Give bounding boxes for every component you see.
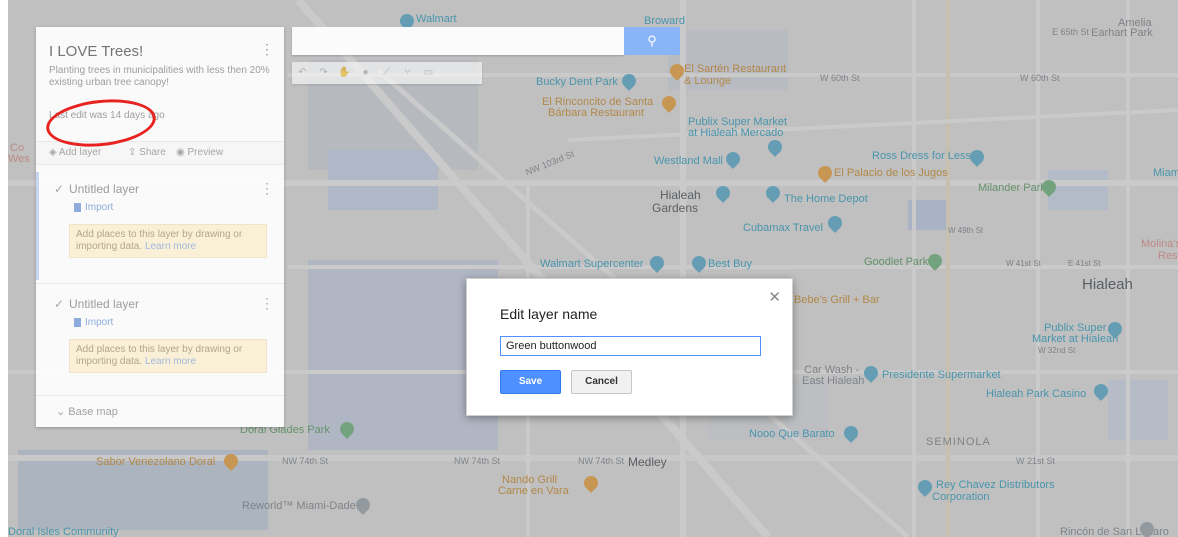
map-title[interactable]: I LOVE Trees!	[49, 43, 143, 60]
save-button[interactable]: Save	[500, 370, 561, 394]
preview-button[interactable]: ◉ Preview	[176, 147, 223, 158]
share-button[interactable]: ⇪ Share	[128, 147, 166, 158]
map-toolbar: ↶ ↷ ✋ ● ⟋ ⑂ ▭	[292, 62, 482, 84]
redo-icon[interactable]: ↷	[313, 62, 334, 84]
divider	[36, 283, 284, 284]
layer-name[interactable]: Untitled layer	[69, 297, 139, 311]
layer-item: ✓ Untitled layer ⋮ Import Add places to …	[36, 287, 284, 395]
draw-line-icon[interactable]: ⟋	[376, 62, 397, 84]
base-map-toggle[interactable]: ⌄ Base map	[56, 405, 118, 418]
undo-icon[interactable]: ↶	[292, 62, 313, 84]
search-button[interactable]: ⚲	[624, 27, 680, 55]
base-map-label: Base map	[68, 406, 118, 418]
import-link[interactable]: Import	[74, 317, 113, 328]
layer-item: ✓ Untitled layer ⋮ Import Add places to …	[36, 172, 284, 280]
layer-name-input[interactable]	[500, 336, 761, 356]
add-layer-button[interactable]: ◈ Add layer	[49, 147, 101, 158]
import-label: Import	[85, 317, 114, 328]
map-viewport[interactable]: Walmart Broward Amelia E 65th St Earhart…	[8, 0, 1178, 537]
dialog-title: Edit layer name	[500, 306, 598, 322]
layer-selected-indicator	[36, 172, 39, 280]
close-icon[interactable]: ✕	[768, 288, 781, 306]
cancel-button[interactable]: Cancel	[571, 370, 632, 394]
map-description[interactable]: Planting trees in municipalities with le…	[49, 65, 279, 89]
eye-icon: ◉	[176, 147, 188, 158]
learn-more-link[interactable]: Learn more	[145, 241, 196, 252]
map-options-icon[interactable]: ⋮	[260, 41, 274, 58]
layer-options-icon[interactable]: ⋮	[260, 180, 274, 197]
layer-visibility-checkbox[interactable]: ✓	[54, 297, 64, 311]
layer-hint: Add places to this layer by drawing or i…	[69, 224, 267, 258]
preview-label: Preview	[187, 147, 224, 158]
search-icon: ⚲	[647, 33, 657, 48]
learn-more-link[interactable]: Learn more	[145, 356, 196, 367]
layer-hint: Add places to this layer by drawing or i…	[69, 339, 267, 373]
divider	[36, 395, 284, 396]
share-label: Share	[139, 147, 166, 158]
edit-layer-name-dialog: Edit layer name ✕ Save Cancel	[466, 278, 793, 416]
import-icon	[74, 202, 81, 212]
share-icon: ⇪	[128, 147, 140, 158]
import-icon	[74, 317, 81, 327]
search-input[interactable]	[292, 27, 624, 55]
map-side-panel: I LOVE Trees! ⋮ Planting trees in munici…	[36, 27, 284, 427]
add-marker-icon[interactable]: ●	[355, 62, 376, 84]
hand-icon[interactable]: ✋	[334, 62, 355, 84]
directions-icon[interactable]: ⑂	[397, 62, 418, 84]
layer-visibility-checkbox[interactable]: ✓	[54, 182, 64, 196]
ruler-icon[interactable]: ▭	[418, 62, 439, 84]
import-link[interactable]: Import	[74, 202, 113, 213]
add-layer-label: Add layer	[58, 147, 102, 158]
import-label: Import	[85, 202, 114, 213]
layer-name[interactable]: Untitled layer	[69, 182, 139, 196]
chevron-down-icon: ⌄	[56, 406, 69, 418]
layer-options-icon[interactable]: ⋮	[260, 295, 274, 312]
add-layer-icon: ◈	[49, 147, 59, 158]
